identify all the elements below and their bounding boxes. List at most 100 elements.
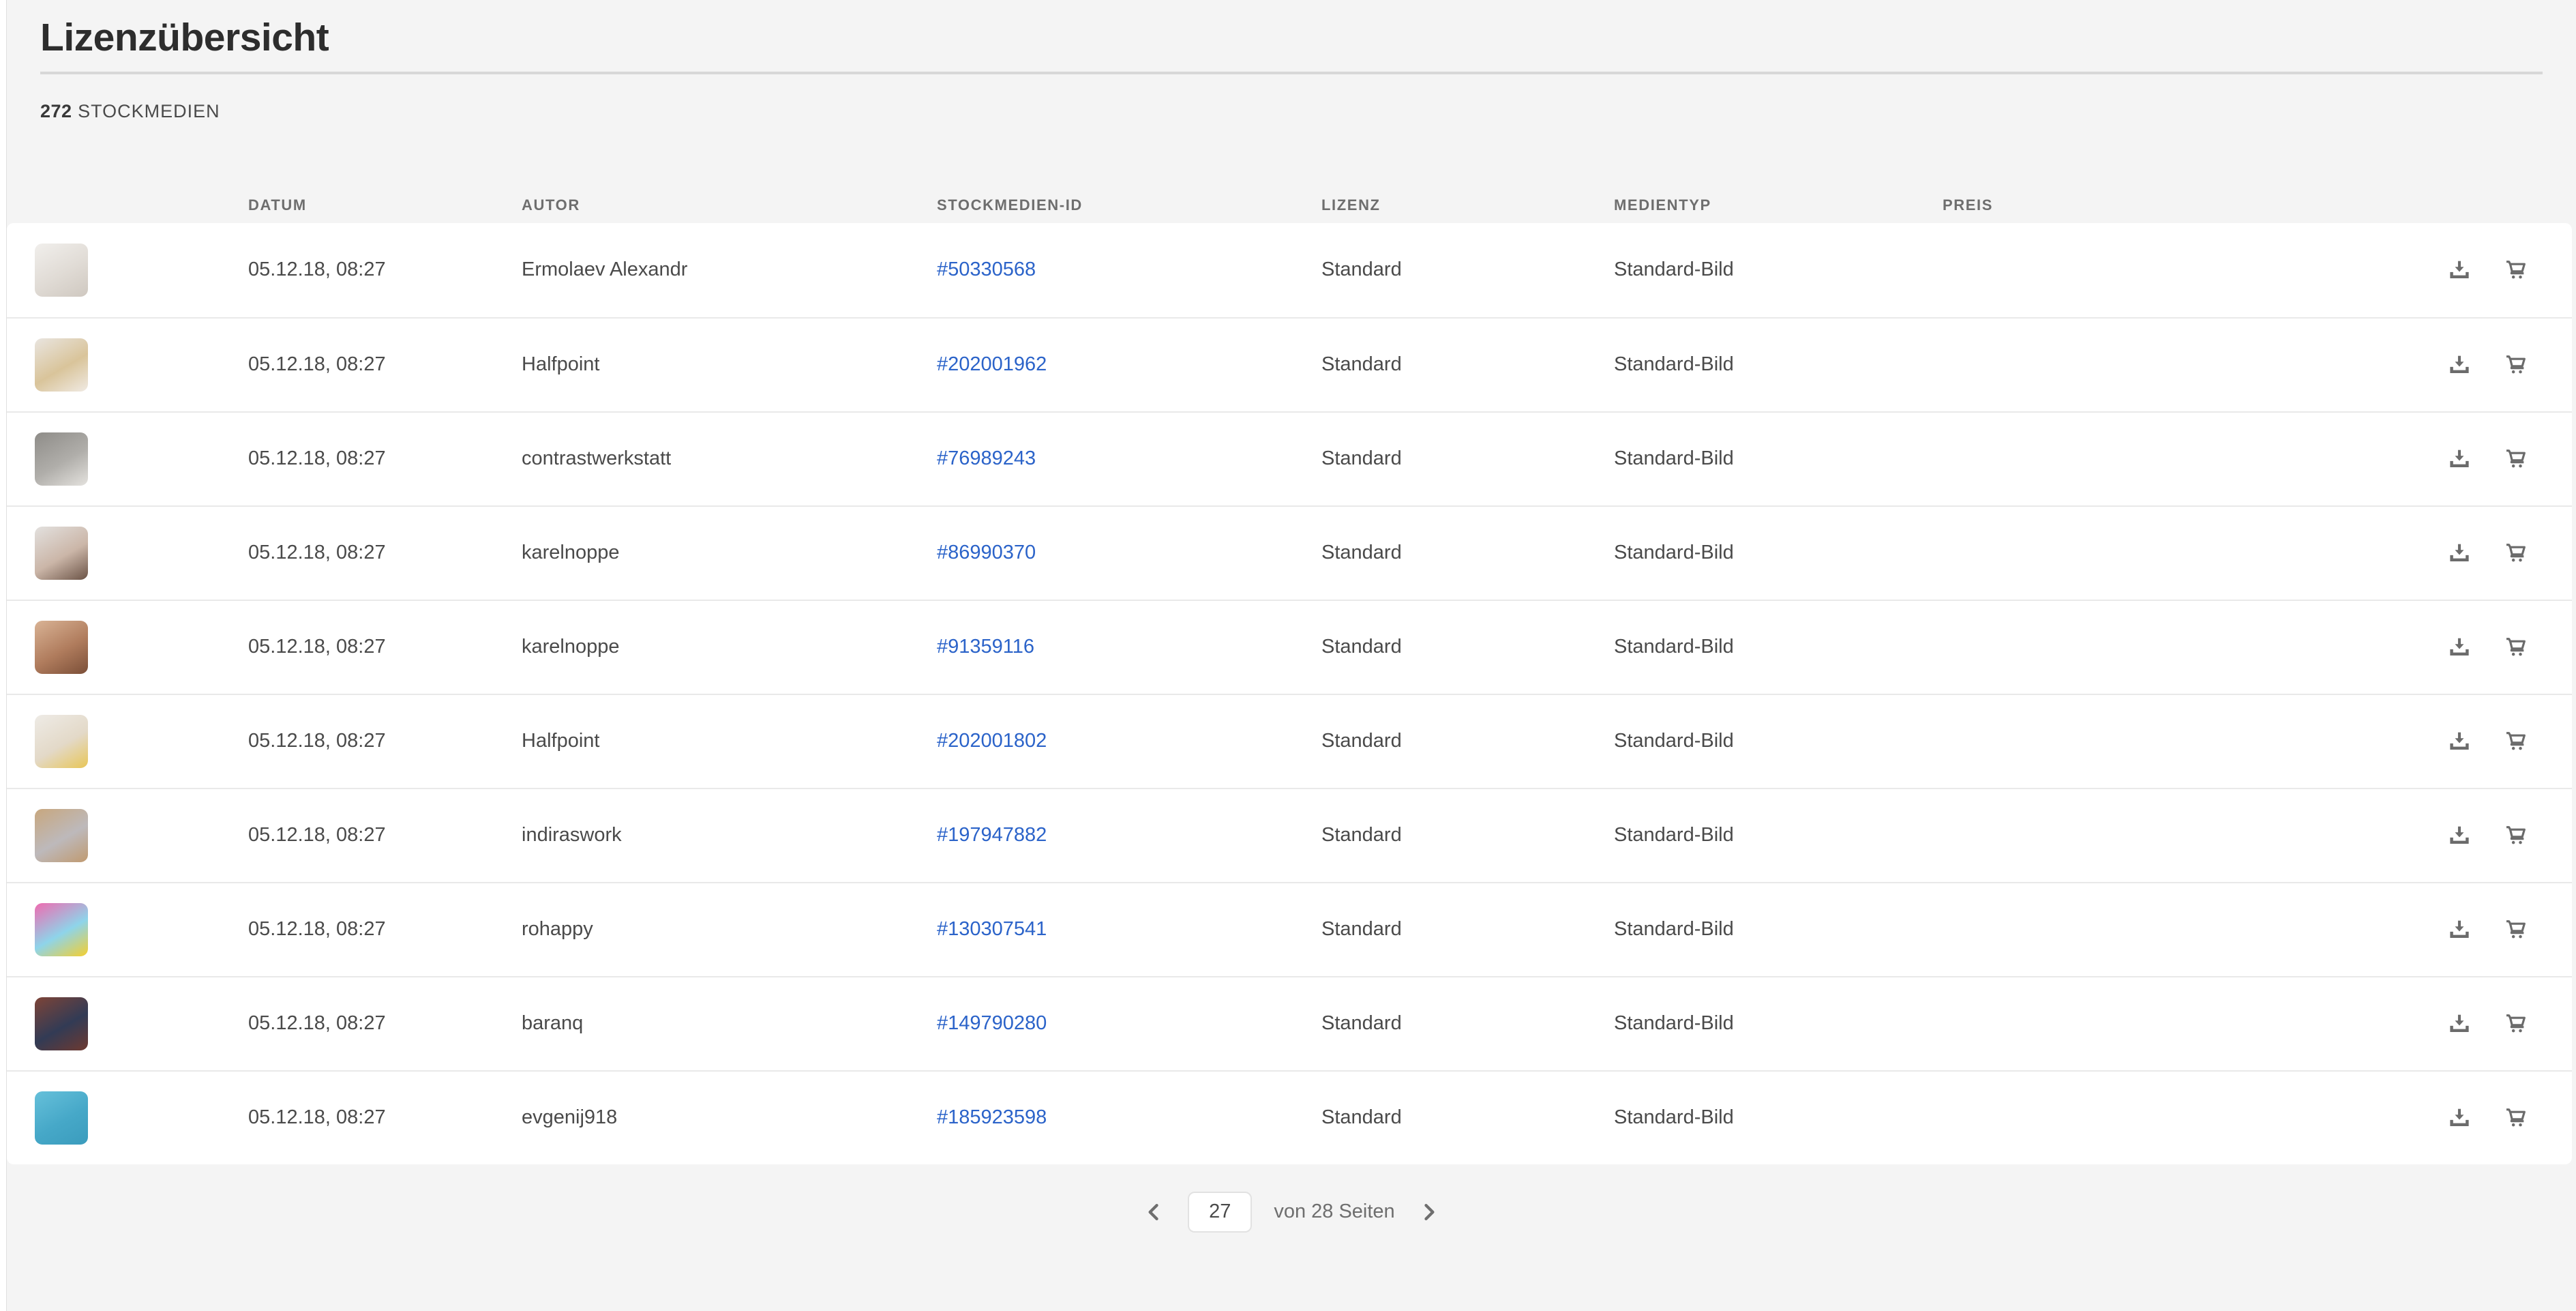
- stock-id-cell: #197947882: [937, 824, 1321, 846]
- stock-thumbnail-woman-blue-studio[interactable]: [35, 1091, 88, 1145]
- add-to-cart-button[interactable]: [2502, 916, 2530, 943]
- column-header-media-type: MEDIENTYP: [1614, 196, 1711, 213]
- page-title: Lizenzübersicht: [40, 16, 329, 59]
- table-row: 05.12.18, 08:27 Ermolaev Alexandr #50330…: [7, 223, 2572, 317]
- row-actions: [2365, 540, 2572, 567]
- media-count-line: 272 STOCKMEDIEN: [40, 100, 2543, 122]
- stock-thumbnail-group-portrait[interactable]: [35, 432, 88, 486]
- author-cell: karelnoppe: [522, 636, 620, 658]
- stock-thumbnail-man-suit-brick-wall[interactable]: [35, 997, 88, 1050]
- thumbnail-cell: [35, 714, 248, 768]
- next-page-button[interactable]: [1417, 1200, 1440, 1224]
- author-cell: indiraswork: [522, 824, 622, 846]
- license-cell: Standard: [1321, 918, 1402, 941]
- stock-thumbnail-family-in-bed[interactable]: [35, 243, 88, 297]
- thumbnail-cell: [35, 902, 248, 956]
- table-row: 05.12.18, 08:27 Halfpoint #202001802 Sta…: [7, 693, 2572, 788]
- stock-id-link[interactable]: #86990370: [937, 542, 1036, 563]
- date-cell: 05.12.18, 08:27: [248, 1106, 386, 1129]
- add-to-cart-button[interactable]: [2502, 1104, 2530, 1132]
- title-divider: [40, 71, 2543, 74]
- stock-thumbnail-physio-massage[interactable]: [35, 338, 88, 392]
- table-header-row: DATUM AUTOR STOCKMEDIEN-ID LIZENZ MEDIEN…: [7, 196, 2576, 215]
- date-cell: 05.12.18, 08:27: [248, 447, 386, 470]
- page-input[interactable]: [1188, 1191, 1253, 1233]
- row-actions: [2365, 256, 2572, 284]
- page-total-label: von 28 Seiten: [1274, 1200, 1395, 1223]
- stock-id-link[interactable]: #202001802: [937, 730, 1047, 752]
- stock-thumbnail-back-massage[interactable]: [35, 620, 88, 674]
- download-button[interactable]: [2446, 1105, 2472, 1131]
- media-type-cell: Standard-Bild: [1614, 542, 1734, 564]
- media-type-cell: Standard-Bild: [1614, 1012, 1734, 1035]
- license-cell: Standard: [1321, 730, 1402, 752]
- row-actions: [2365, 445, 2572, 473]
- add-to-cart-button[interactable]: [2502, 728, 2530, 755]
- column-header-price: PREIS: [1943, 196, 1994, 213]
- download-button[interactable]: [2446, 917, 2472, 943]
- date-cell: 05.12.18, 08:27: [248, 542, 386, 564]
- cart-icon: [2502, 916, 2530, 943]
- stock-thumbnail-woman-pink-hat[interactable]: [35, 902, 88, 956]
- download-button[interactable]: [2446, 823, 2472, 849]
- stock-id-link[interactable]: #50330568: [937, 259, 1036, 280]
- stock-id-link[interactable]: #91359116: [937, 636, 1034, 658]
- stock-id-link[interactable]: #197947882: [937, 824, 1047, 846]
- add-to-cart-button[interactable]: [2502, 822, 2530, 849]
- row-actions: [2365, 728, 2572, 755]
- cart-icon: [2502, 540, 2530, 567]
- add-to-cart-button[interactable]: [2502, 1010, 2530, 1037]
- date-cell: 05.12.18, 08:27: [248, 824, 386, 846]
- stock-id-cell: #91359116: [937, 636, 1321, 658]
- row-actions: [2365, 822, 2572, 849]
- download-button[interactable]: [2446, 728, 2472, 754]
- stock-id-cell: #76989243: [937, 447, 1321, 470]
- download-icon: [2446, 1105, 2472, 1131]
- thumbnail-cell: [35, 1091, 248, 1145]
- previous-page-button[interactable]: [1143, 1200, 1166, 1224]
- stock-id-link[interactable]: #76989243: [937, 447, 1036, 469]
- download-button[interactable]: [2446, 446, 2472, 472]
- pagination: von 28 Seiten: [7, 1191, 2576, 1233]
- author-cell: baranq: [522, 1012, 584, 1035]
- thumbnail-cell: [35, 620, 248, 674]
- download-button[interactable]: [2446, 257, 2472, 283]
- add-to-cart-button[interactable]: [2502, 445, 2530, 473]
- column-header-date: DATUM: [248, 196, 307, 213]
- cart-icon: [2502, 445, 2530, 473]
- stock-id-link[interactable]: #130307541: [937, 918, 1047, 940]
- download-button[interactable]: [2446, 540, 2472, 566]
- add-to-cart-button[interactable]: [2502, 351, 2530, 379]
- author-cell: Ermolaev Alexandr: [522, 259, 688, 281]
- add-to-cart-button[interactable]: [2502, 634, 2530, 661]
- date-cell: 05.12.18, 08:27: [248, 259, 386, 281]
- media-type-cell: Standard-Bild: [1614, 824, 1734, 846]
- stock-id-link[interactable]: #149790280: [937, 1012, 1047, 1034]
- author-cell: karelnoppe: [522, 542, 620, 564]
- column-header-license: LIZENZ: [1321, 196, 1381, 213]
- license-cell: Standard: [1321, 447, 1402, 470]
- download-icon: [2446, 1011, 2472, 1037]
- stock-id-link[interactable]: #202001962: [937, 353, 1047, 375]
- stock-id-link[interactable]: #185923598: [937, 1106, 1047, 1128]
- stock-thumbnail-face-massage[interactable]: [35, 526, 88, 580]
- stock-thumbnail-hand-therapy[interactable]: [35, 714, 88, 768]
- page-header: Lizenzübersicht 272 STOCKMEDIEN: [7, 0, 2576, 122]
- download-button[interactable]: [2446, 634, 2472, 660]
- stock-thumbnail-woman-gray-coat[interactable]: [35, 808, 88, 862]
- download-icon: [2446, 634, 2472, 660]
- add-to-cart-button[interactable]: [2502, 256, 2530, 284]
- table-row: 05.12.18, 08:27 Halfpoint #202001962 Sta…: [7, 316, 2572, 411]
- download-button[interactable]: [2446, 352, 2472, 378]
- add-to-cart-button[interactable]: [2502, 540, 2530, 567]
- table-row: 05.12.18, 08:27 evgenij918 #185923598 St…: [7, 1070, 2572, 1164]
- stock-id-cell: #202001962: [937, 353, 1321, 376]
- media-count-label: STOCKMEDIEN: [78, 100, 220, 121]
- download-button[interactable]: [2446, 1011, 2472, 1037]
- cart-icon: [2502, 1104, 2530, 1132]
- license-overview-panel: Lizenzübersicht 272 STOCKMEDIEN DATUM AU…: [6, 0, 2576, 1311]
- license-table: 05.12.18, 08:27 Ermolaev Alexandr #50330…: [7, 222, 2572, 1164]
- license-cell: Standard: [1321, 1106, 1402, 1129]
- thumbnail-cell: [35, 243, 248, 297]
- media-type-cell: Standard-Bild: [1614, 918, 1734, 941]
